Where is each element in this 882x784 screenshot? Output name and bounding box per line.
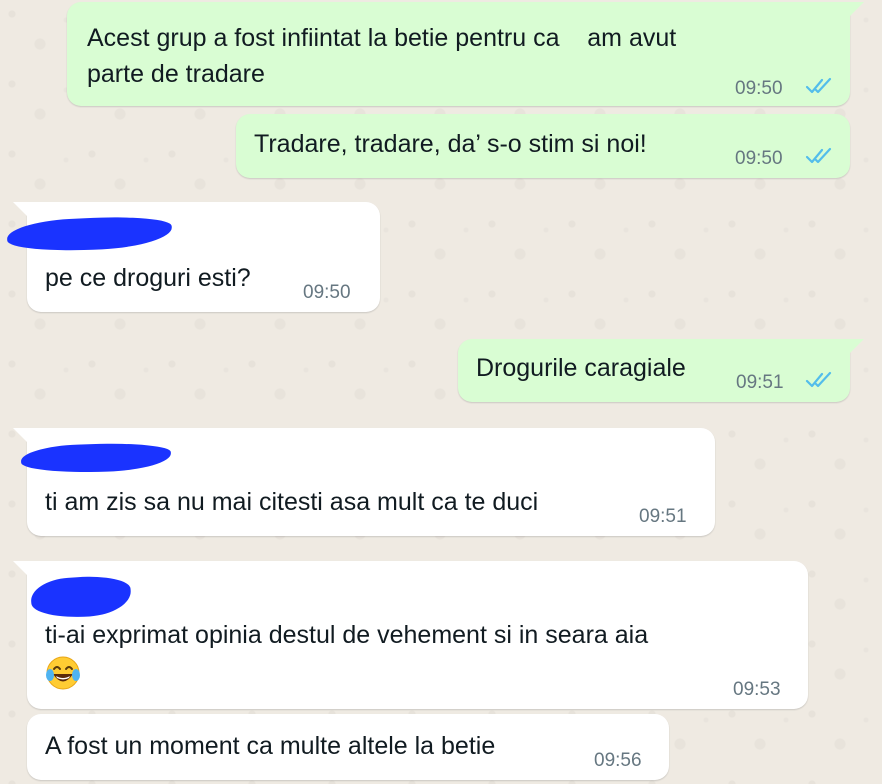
message-text: A fost un moment ca multe altele la beti… [45,732,496,760]
message-timestamp: 09:53 [733,679,781,700]
message-timestamp: 09:50 [735,148,783,169]
bubble-tail [848,2,864,18]
message-bubble-incoming[interactable]: ti-ai exprimat opinia destul de vehement… [13,561,808,709]
bubble-tail [13,561,29,577]
message-bubble-incoming[interactable]: pe ce droguri esti? 09:50 [6,202,380,312]
message-timestamp: 09:51 [639,506,687,527]
double-check-read-icon [805,77,832,94]
redacted-sender-name [20,441,172,475]
bubble-tail [848,339,864,355]
message-text: pe ce droguri esti? [45,264,251,292]
message-bubble-incoming[interactable]: ti am zis sa nu mai citesti asa mult ca … [13,428,715,536]
message-text: parte de tradare [87,60,265,88]
message-timestamp: 09:56 [594,750,642,771]
message-timestamp: 09:50 [303,282,351,303]
message-text: ti-ai exprimat opinia destul de vehement… [45,621,649,649]
message-bubble-outgoing[interactable]: Acest grup a fost infiintat la betie pen… [67,2,864,106]
redacted-sender-name [29,573,133,621]
message-bubble-outgoing[interactable]: Tradare, tradare, da’ s-o stim si noi! 0… [236,114,850,178]
message-text: Acest grup a fost infiintat la betie pen… [87,24,677,52]
message-text: ti am zis sa nu mai citesti asa mult ca … [45,488,539,516]
redacted-sender-name [6,213,173,255]
message-text: Drogurile caragiale [476,354,686,382]
message-bubble-incoming[interactable]: A fost un moment ca multe altele la beti… [27,714,669,780]
face-with-tears-of-joy-icon [46,656,80,690]
double-check-read-icon [805,147,832,164]
message-timestamp: 09:51 [736,372,784,393]
message-bubble-outgoing[interactable]: Drogurile caragiale 09:51 [458,339,864,402]
bubble-tail [13,202,29,218]
message-timestamp: 09:50 [735,78,783,99]
bubble-tail [13,428,29,444]
double-check-read-icon [805,371,832,388]
message-text: Tradare, tradare, da’ s-o stim si noi! [254,130,647,158]
